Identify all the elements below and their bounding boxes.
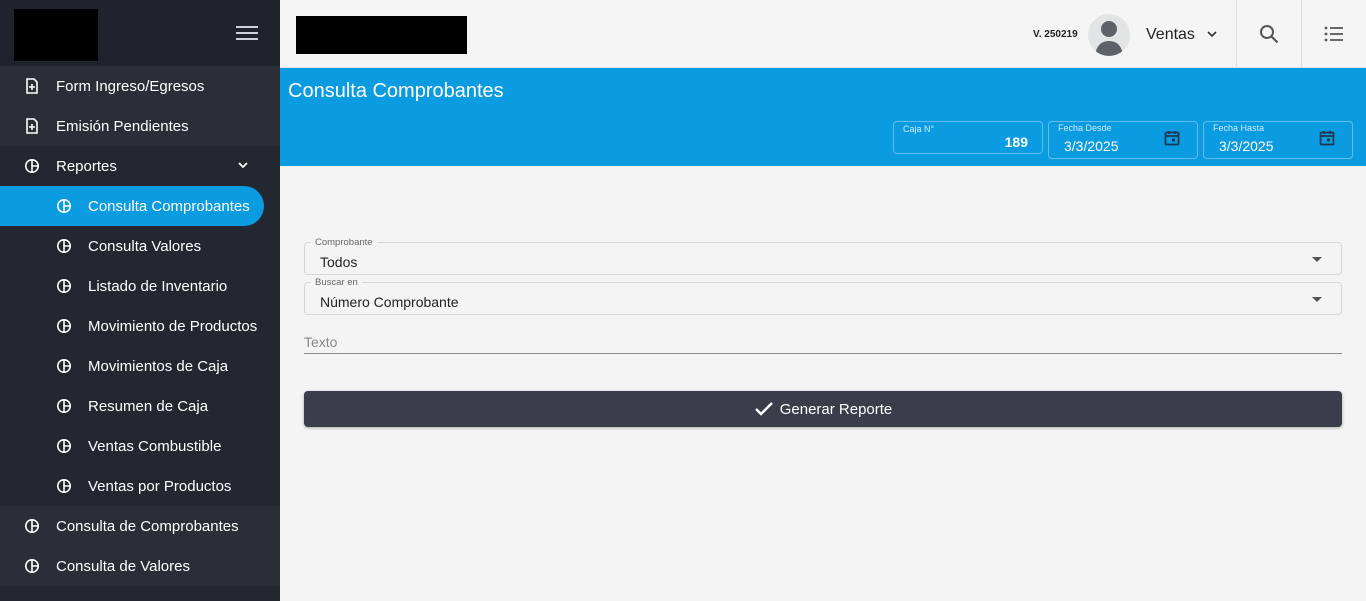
sidebar-item-label: Resumen de Caja	[88, 397, 209, 415]
sidebar-item-consulta-comprobantes[interactable]: Consulta Comprobantes	[0, 186, 264, 226]
chevron-down-icon	[238, 162, 248, 169]
sidebar-item-label: Consulta de Comprobantes	[56, 517, 239, 535]
sidebar-item-form-ingreso-egresos[interactable]: Form Ingreso/Egresos	[0, 66, 280, 106]
comprobante-label: Comprobante	[311, 237, 377, 248]
sidebar-item-label: Ventas Combustible	[88, 437, 222, 455]
user-menu-label[interactable]: Ventas	[1146, 26, 1195, 44]
avatar[interactable]	[1088, 14, 1130, 56]
sidebar-item-reportes[interactable]: Reportes	[0, 146, 280, 186]
sidebar-item-ventas-por-productos[interactable]: Ventas por Productos	[0, 466, 280, 506]
buscar-en-value: Número Comprobante	[320, 294, 459, 310]
fecha-desde-field[interactable]: Fecha Desde 3/3/2025	[1048, 121, 1198, 159]
sidebar-item-label: Consulta Valores	[88, 237, 202, 255]
sidebar: Form Ingreso/Egresos Emisión Pendientes …	[0, 0, 280, 601]
dropdown-arrow-icon	[1312, 297, 1322, 302]
fecha-hasta-label: Fecha Hasta	[1213, 123, 1265, 133]
sidebar-item-label: Ventas por Productos	[88, 477, 232, 495]
sidebar-item-resumen-caja[interactable]: Resumen de Caja	[0, 386, 280, 426]
sidebar-item-label: Consulta Comprobantes	[88, 197, 250, 215]
sidebar-item-movimiento-productos[interactable]: Movimiento de Productos	[0, 306, 280, 346]
caja-field[interactable]: Caja N° 189	[893, 121, 1043, 154]
generar-reporte-button[interactable]: Generar Reporte	[304, 391, 1342, 427]
search-icon	[1260, 24, 1279, 43]
sidebar-header	[0, 0, 280, 68]
fecha-hasta-value: 3/3/2025	[1219, 138, 1274, 154]
user-avatar-icon	[1095, 21, 1123, 56]
sidebar-item-label: Emisión Pendientes	[56, 117, 189, 135]
sidebar-item-label: Movimientos de Caja	[88, 357, 229, 375]
pie-chart-icon	[57, 359, 71, 373]
file-plus-icon	[26, 118, 38, 134]
search-button[interactable]	[1237, 0, 1301, 67]
sidebar-item-movimientos-caja[interactable]: Movimientos de Caja	[0, 346, 280, 386]
comprobante-value: Todos	[320, 254, 358, 270]
hamburger-menu-icon[interactable]	[236, 26, 258, 42]
fecha-desde-label: Fecha Desde	[1058, 123, 1112, 133]
sidebar-item-label: Form Ingreso/Egresos	[56, 77, 205, 95]
sidebar-item-consulta-valores[interactable]: Consulta Valores	[0, 226, 280, 266]
list-icon	[1324, 26, 1343, 41]
calendar-icon[interactable]	[1319, 130, 1335, 146]
page-title: Consulta Comprobantes	[288, 80, 504, 102]
sidebar-item-label: Consulta de Valores	[56, 557, 190, 575]
pie-chart-icon	[25, 159, 39, 173]
caja-label: Caja N°	[903, 124, 935, 134]
chevron-down-icon[interactable]	[1206, 28, 1218, 40]
pie-chart-icon	[57, 279, 71, 293]
dropdown-arrow-icon	[1312, 257, 1322, 262]
pie-chart-icon	[57, 239, 71, 253]
sidebar-item-listado-inventario[interactable]: Listado de Inventario	[0, 266, 280, 306]
buscar-en-select[interactable]: Buscar en Número Comprobante	[304, 277, 1342, 315]
pie-chart-icon	[57, 199, 71, 213]
sidebar-item-ventas-combustible[interactable]: Ventas Combustible	[0, 426, 280, 466]
file-plus-icon	[26, 78, 38, 94]
caja-value: 189	[1004, 134, 1028, 150]
buscar-en-label: Buscar en	[311, 277, 362, 288]
list-menu-button[interactable]	[1302, 0, 1366, 67]
calendar-icon[interactable]	[1164, 130, 1180, 146]
sidebar-item-emision-pendientes[interactable]: Emisión Pendientes	[0, 106, 280, 146]
comprobante-select[interactable]: Comprobante Todos	[304, 237, 1342, 275]
brand-logo	[296, 16, 467, 54]
sidebar-item-label: Listado de Inventario	[88, 277, 228, 295]
sidebar-item-label: Reportes	[56, 157, 117, 175]
check-icon	[754, 402, 773, 416]
top-bar: V. 250219 Ventas	[280, 0, 1366, 68]
pie-chart-icon	[25, 519, 39, 533]
pie-chart-icon	[57, 399, 71, 413]
logo	[14, 9, 98, 61]
fecha-desde-value: 3/3/2025	[1064, 138, 1119, 154]
sidebar-item-consulta-de-comprobantes[interactable]: Consulta de Comprobantes	[0, 506, 280, 546]
page-header: Consulta Comprobantes Caja N° 189 Fecha …	[280, 68, 1366, 166]
texto-input[interactable]	[304, 330, 1342, 354]
pie-chart-icon	[57, 319, 71, 333]
sidebar-item-label: Movimiento de Productos	[88, 317, 258, 335]
fecha-hasta-field[interactable]: Fecha Hasta 3/3/2025	[1203, 121, 1353, 159]
sidebar-item-consulta-de-valores[interactable]: Consulta de Valores	[0, 546, 280, 586]
generar-reporte-label: Generar Reporte	[779, 400, 893, 418]
version-label: V. 250219	[1033, 29, 1078, 40]
pie-chart-icon	[57, 439, 71, 453]
pie-chart-icon	[25, 559, 39, 573]
pie-chart-icon	[57, 479, 71, 493]
